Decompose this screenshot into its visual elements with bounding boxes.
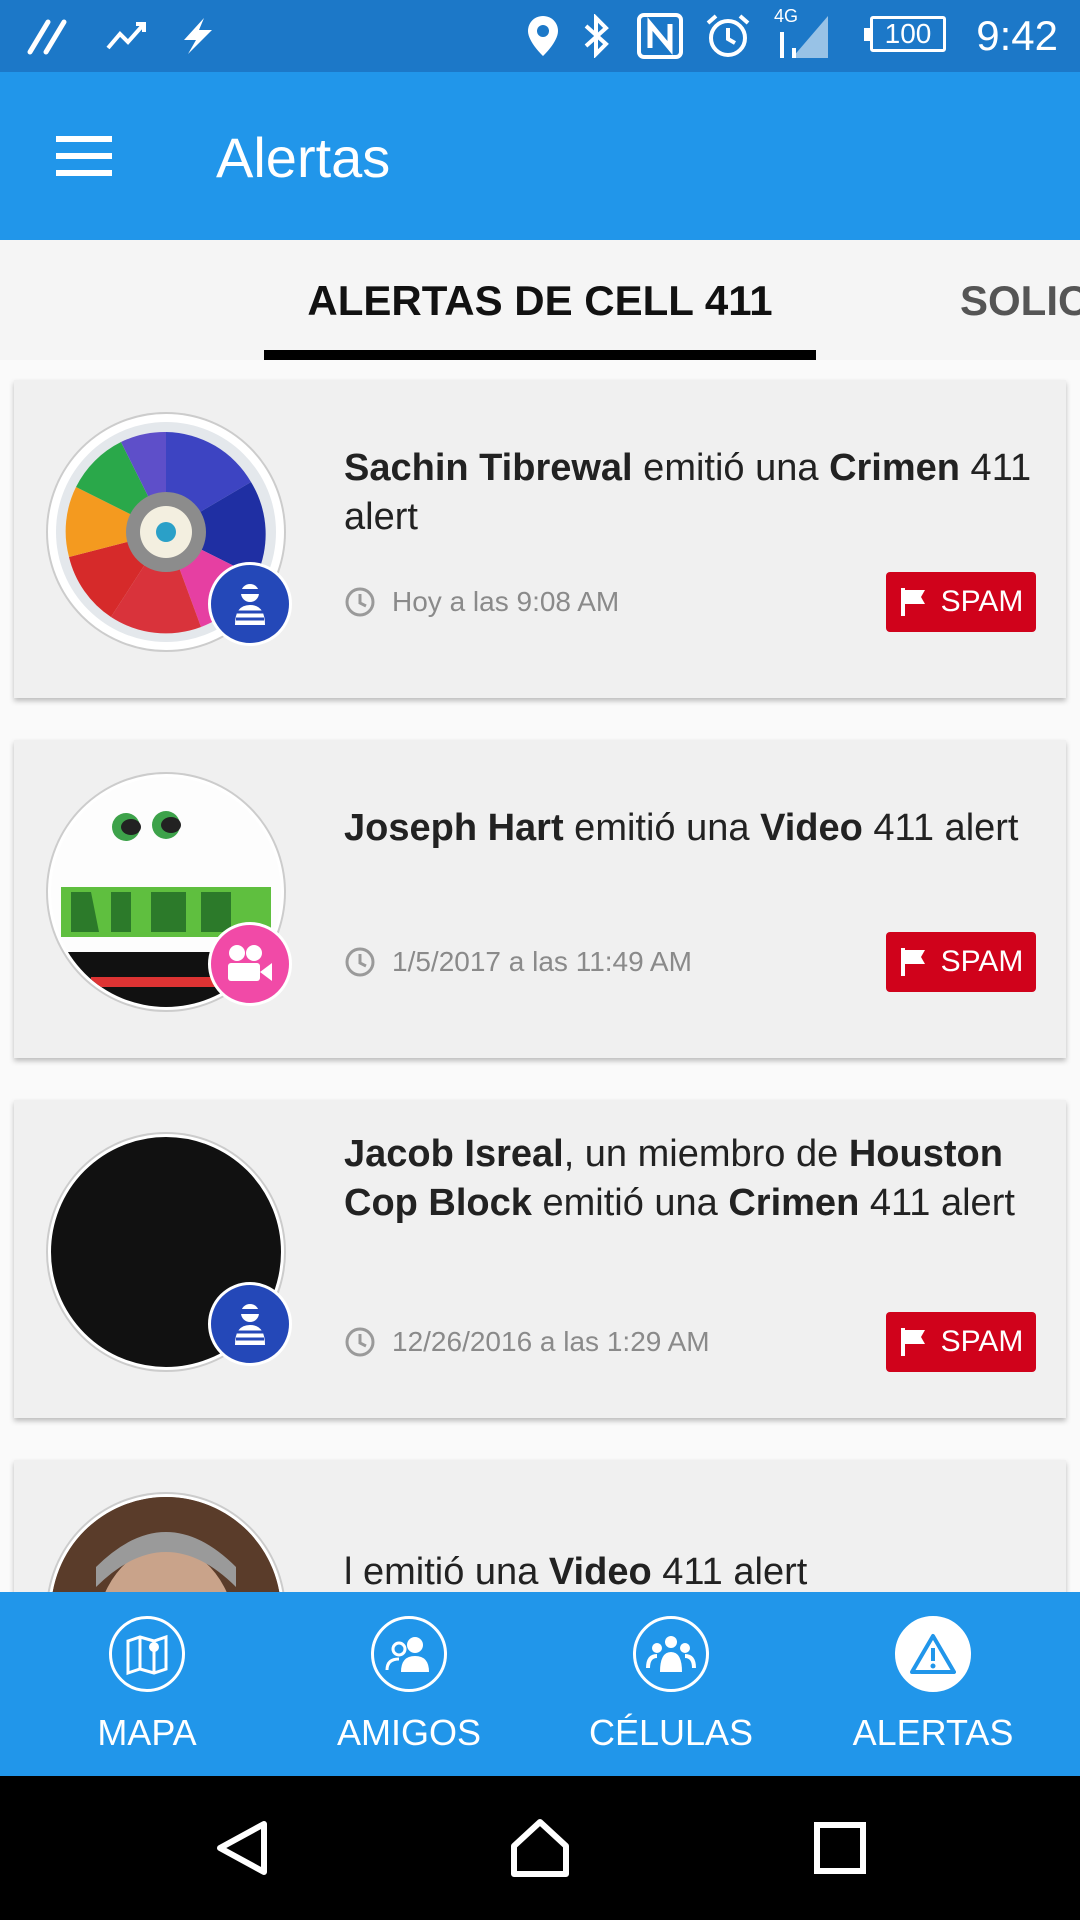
spam-button[interactable]: SPAM — [886, 1312, 1036, 1372]
nav-map-label: MAPA — [97, 1712, 197, 1753]
system-nav-bar — [0, 1776, 1080, 1920]
crime-robber-icon — [208, 562, 292, 646]
avatar — [48, 1494, 284, 1592]
battery-icon: 100 — [864, 16, 946, 52]
location-icon — [526, 14, 560, 58]
alert-card[interactable]: l emitió una Video 411 alert — [14, 1460, 1066, 1592]
alert-card[interactable]: Jacob Isreal, un miembro de Houston Cop … — [14, 1100, 1066, 1418]
app-bar: Alertas — [0, 72, 1080, 240]
alarm-icon — [704, 14, 752, 58]
alert-message: Sachin Tibrewal emitió una Crimen 411 al… — [344, 447, 1032, 538]
status-time: 9:42 — [976, 12, 1058, 59]
nav-cells-label: CÉLULAS — [588, 1712, 754, 1753]
map-icon — [109, 1616, 185, 1692]
video-camera-icon — [208, 922, 292, 1006]
bluetooth-icon — [580, 14, 614, 58]
alert-list[interactable]: Sachin Tibrewal emitió una Crimen 411 al… — [0, 360, 1080, 1592]
tab-requests[interactable]: SOLIC — [960, 240, 1080, 360]
tool-icon — [26, 14, 76, 58]
alert-time: 12/26/2016 a las 1:29 AM — [344, 1322, 710, 1362]
nav-cells[interactable]: CÉLULAS — [536, 1592, 806, 1776]
spam-button[interactable]: SPAM — [886, 932, 1036, 992]
flag-icon — [899, 586, 929, 618]
nav-map[interactable]: MAPA — [12, 1592, 282, 1776]
nav-friends[interactable]: AMIGOS — [274, 1592, 544, 1776]
alert-time: 1/5/2017 a las 11:49 AM — [344, 942, 692, 982]
spam-label: SPAM — [940, 1325, 1024, 1358]
spam-label: SPAM — [940, 945, 1024, 978]
alert-time-text: 1/5/2017 a las 11:49 AM — [392, 946, 692, 977]
alert-time: Hoy a las 9:08 AM — [344, 582, 619, 622]
alert-card[interactable]: Sachin Tibrewal emitió una Crimen 411 al… — [14, 380, 1066, 698]
recents-icon[interactable] — [804, 1812, 876, 1884]
spam-label: SPAM — [940, 585, 1024, 618]
clock-icon — [344, 586, 376, 618]
crime-robber-icon — [208, 1282, 292, 1366]
signal-icon — [772, 14, 832, 58]
alert-time-text: Hoy a las 9:08 AM — [392, 586, 620, 617]
flash-icon — [174, 14, 220, 58]
spam-button[interactable]: SPAM — [886, 572, 1036, 632]
flag-icon — [899, 1326, 929, 1358]
alert-icon — [895, 1616, 971, 1692]
flag-icon — [899, 946, 929, 978]
nfc-icon — [636, 13, 684, 59]
trend-icon — [104, 14, 150, 58]
bottom-nav: MAPA AMIGOS CÉLULAS ALERTAS — [0, 1592, 1080, 1776]
tab-cell411-alerts[interactable]: ALERTAS DE CELL 411 — [264, 240, 816, 360]
nav-alerts-label: ALERTAS — [852, 1712, 1014, 1753]
alert-message: l emitió una Video 411 alert — [344, 1551, 808, 1592]
alert-time-text: 12/26/2016 a las 1:29 AM — [392, 1326, 710, 1357]
clock-icon — [344, 946, 376, 978]
alert-message: Jacob Isreal, un miembro de Houston Cop … — [344, 1133, 1015, 1224]
clock-icon — [344, 1326, 376, 1358]
friends-icon — [371, 1616, 447, 1692]
cells-icon — [633, 1616, 709, 1692]
back-icon[interactable] — [206, 1812, 278, 1884]
nav-alerts[interactable]: ALERTAS — [798, 1592, 1068, 1776]
alert-message: Joseph Hart emitió una Video 411 alert — [344, 807, 1019, 849]
tab-bar: ALERTAS DE CELL 411 SOLIC — [0, 240, 1080, 360]
alert-card[interactable]: Joseph Hart emitió una Video 411 alert 1… — [14, 740, 1066, 1058]
nav-friends-label: AMIGOS — [336, 1712, 482, 1753]
menu-icon[interactable] — [42, 120, 114, 192]
status-bar: 4G 100 9:42 — [0, 0, 1080, 72]
home-icon[interactable] — [504, 1812, 576, 1884]
page-title: Alertas — [216, 126, 391, 189]
